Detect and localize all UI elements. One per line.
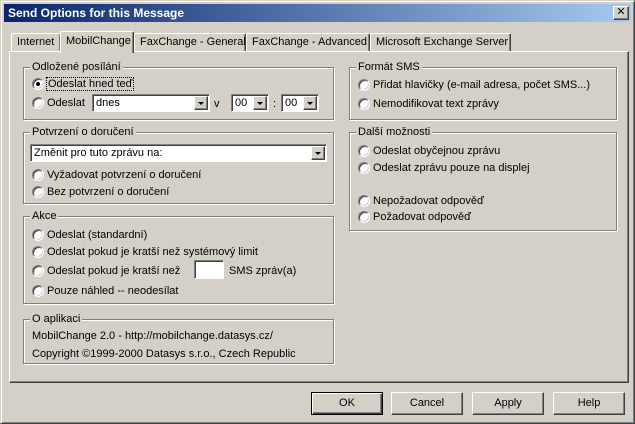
apply-button[interactable]: Apply xyxy=(472,392,544,415)
radio-button[interactable] xyxy=(32,246,44,258)
minute-select[interactable]: 00 xyxy=(281,94,319,112)
tab-label: MobilChange xyxy=(66,35,131,47)
cancel-label: Cancel xyxy=(409,397,445,409)
chevron-down-icon[interactable] xyxy=(253,96,267,110)
hour-select[interactable]: 00 xyxy=(231,94,269,112)
tab-internet[interactable]: Internet xyxy=(11,33,61,52)
request-reply-radio[interactable]: Požadovat odpověď xyxy=(358,209,558,225)
close-icon: ✕ xyxy=(616,6,626,18)
cancel-button[interactable]: Cancel xyxy=(391,392,463,415)
send-normal-label: Odeslat obyčejnou zprávu xyxy=(373,145,501,157)
send-if-shorter-limit-radio[interactable]: Odeslat pokud je kratší než systémový li… xyxy=(32,244,292,260)
radio-button[interactable] xyxy=(358,79,370,91)
no-modify-label: Nemodifikovat text zprávy xyxy=(373,98,499,110)
add-headers-label: Přidat hlavičky (e-mail adresa, počet SM… xyxy=(373,79,591,91)
send-normal-radio[interactable]: Odeslat obyčejnou zprávu xyxy=(358,143,558,159)
send-now-label: Odeslat hned teď xyxy=(45,77,135,91)
no-modify-radio[interactable]: Nemodifikovat text zprávy xyxy=(358,96,558,112)
radio-button[interactable] xyxy=(358,211,370,223)
radio-button[interactable] xyxy=(358,98,370,110)
tab-faxchange-general[interactable]: FaxChange - General xyxy=(134,33,246,52)
require-receipt-radio[interactable]: Vyžadovat potvrzení o doručení xyxy=(32,167,232,183)
tab-faxchange-advanced[interactable]: FaxChange - Advanced xyxy=(246,33,370,52)
about-group: O aplikaci MobilChange 2.0 - http://mobi… xyxy=(23,313,334,364)
hour-select-value: 00 xyxy=(235,97,248,109)
send-standard-label: Odeslat (standardní) xyxy=(47,229,148,241)
delivery-receipt-select[interactable]: Změnit pro tuto zprávu na: xyxy=(30,144,327,162)
request-reply-label: Požadovat odpověď xyxy=(373,211,471,223)
radio-button[interactable] xyxy=(32,78,44,90)
tab-label: Internet xyxy=(17,36,55,48)
ok-label: OK xyxy=(339,397,355,409)
about-line-copyright: Copyright ©1999-2000 Datasys s.r.o., Cze… xyxy=(32,348,296,360)
at-label: v xyxy=(214,98,220,110)
send-now-radio[interactable]: Odeslat hned teď xyxy=(32,76,172,92)
title-bar[interactable]: Send Options for this Message ✕ xyxy=(4,4,631,22)
preview-only-label: Pouze náhled -- neodesílat xyxy=(47,285,179,297)
radio-button[interactable] xyxy=(32,186,44,198)
sms-format-group: Formát SMS Přidat hlavičky (e-mail adres… xyxy=(349,61,617,120)
send-standard-radio[interactable]: Odeslat (standardní) xyxy=(32,227,232,243)
chevron-down-icon[interactable] xyxy=(311,146,325,160)
no-reply-radio[interactable]: Nepožadovat odpověď xyxy=(358,193,558,209)
radio-button[interactable] xyxy=(358,195,370,207)
radio-button[interactable] xyxy=(358,162,370,174)
tab-exchange-server[interactable]: Microsoft Exchange Server xyxy=(370,33,511,52)
group-title: Další možnosti xyxy=(356,126,433,138)
tab-label: FaxChange - Advanced xyxy=(252,36,367,48)
tab-label: FaxChange - General xyxy=(140,36,246,48)
delivery-receipt-select-value: Změnit pro tuto zprávu na: xyxy=(34,147,163,159)
no-reply-label: Nepožadovat odpověď xyxy=(373,195,484,207)
chevron-down-icon[interactable] xyxy=(194,96,208,110)
radio-button[interactable] xyxy=(32,229,44,241)
send-display-only-label: Odeslat zprávu pouze na displej xyxy=(373,162,530,174)
require-receipt-label: Vyžadovat potvrzení o doručení xyxy=(47,169,202,181)
day-select[interactable]: dnes xyxy=(92,94,210,112)
radio-button[interactable] xyxy=(358,145,370,157)
group-title: Akce xyxy=(30,210,59,222)
time-separator: : xyxy=(273,98,277,110)
tab-label: Microsoft Exchange Server xyxy=(376,36,509,48)
help-button[interactable]: Help xyxy=(553,392,625,415)
send-options-dialog: Send Options for this Message ✕ Internet… xyxy=(0,0,635,424)
send-display-only-radio[interactable]: Odeslat zprávu pouze na displej xyxy=(358,160,578,176)
no-receipt-radio[interactable]: Bez potvrzení o doručení xyxy=(32,184,232,200)
about-line-product: MobilChange 2.0 - http://mobilchange.dat… xyxy=(32,330,273,342)
tab-mobilchange[interactable]: MobilChange xyxy=(60,31,134,53)
ok-button[interactable]: OK xyxy=(311,392,383,415)
send-at-radio[interactable]: Odeslat xyxy=(32,95,92,111)
apply-label: Apply xyxy=(494,397,522,409)
preview-only-radio[interactable]: Pouze náhled -- neodesílat xyxy=(32,283,232,299)
no-receipt-label: Bez potvrzení o doručení xyxy=(47,186,170,198)
window-title: Send Options for this Message xyxy=(8,6,185,20)
group-title: Potvrzení o doručení xyxy=(30,126,136,138)
radio-button[interactable] xyxy=(32,97,44,109)
send-if-shorter-than-radio[interactable]: Odeslat pokud je kratší než xyxy=(32,263,197,279)
group-title: O aplikaci xyxy=(30,313,83,325)
send-at-label: Odeslat xyxy=(47,97,85,109)
action-group: Akce Odeslat (standardní) Odeslat pokud … xyxy=(23,210,334,304)
chevron-down-icon[interactable] xyxy=(303,96,317,110)
help-label: Help xyxy=(577,397,601,409)
radio-button[interactable] xyxy=(32,169,44,181)
radio-button[interactable] xyxy=(32,265,44,277)
group-title: Formát SMS xyxy=(356,61,422,73)
group-title: Odložené posílání xyxy=(30,61,123,73)
minute-select-value: 00 xyxy=(285,97,298,109)
radio-button[interactable] xyxy=(32,285,44,297)
send-if-shorter-limit-label: Odeslat pokud je kratší než systémový li… xyxy=(47,246,258,258)
delayed-send-group: Odložené posílání Odeslat hned teď Odesl… xyxy=(23,61,334,120)
send-if-shorter-than-label: Odeslat pokud je kratší než xyxy=(47,265,181,277)
day-select-value: dnes xyxy=(96,97,120,109)
delivery-receipt-group: Potvrzení o doručení Změnit pro tuto zpr… xyxy=(23,126,334,204)
close-button[interactable]: ✕ xyxy=(613,6,629,20)
more-options-group: Další možnosti Odeslat obyčejnou zprávu … xyxy=(349,126,617,231)
sms-suffix-label: SMS zpráv(a) xyxy=(229,265,297,277)
add-headers-radio[interactable]: Přidat hlavičky (e-mail adresa, počet SM… xyxy=(358,77,613,93)
sms-count-input[interactable] xyxy=(194,260,224,279)
